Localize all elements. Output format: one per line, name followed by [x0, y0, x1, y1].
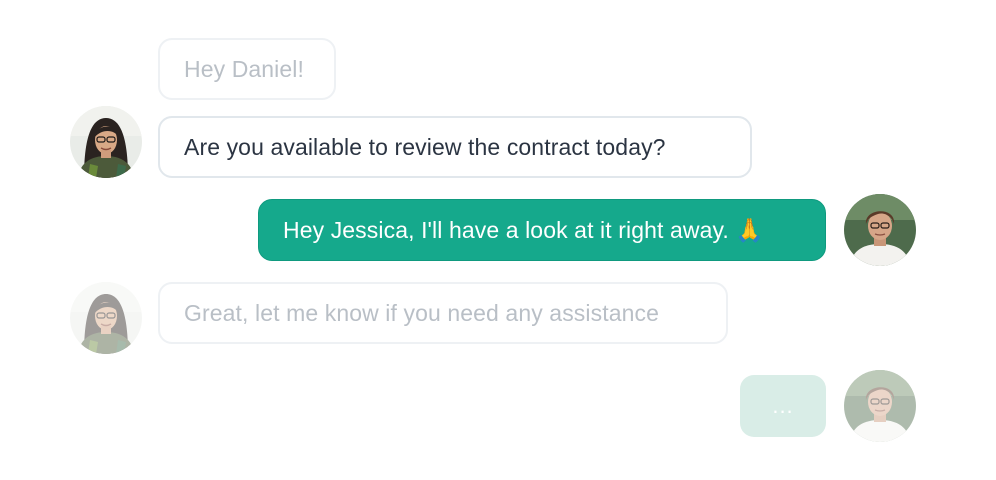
daniel-avatar[interactable] — [844, 370, 916, 442]
message-text: Great, let me know if you need any assis… — [184, 299, 659, 326]
outgoing-message-bubble: Hey Jessica, I'll have a look at it righ… — [258, 199, 826, 261]
message-text: Hey Jessica, I'll have a look at it righ… — [283, 216, 765, 243]
typing-indicator-text: ... — [772, 393, 794, 418]
jessica-avatar[interactable] — [70, 282, 142, 354]
incoming-message-bubble: Hey Daniel! — [158, 38, 336, 100]
incoming-message-bubble: Great, let me know if you need any assis… — [158, 282, 728, 344]
typing-indicator-bubble: ... — [740, 375, 826, 437]
woman-portrait-avatar-icon — [70, 106, 142, 178]
chat-thread: Hey Daniel! Are you available to review … — [0, 0, 996, 480]
man-portrait-avatar-icon — [844, 194, 916, 266]
woman-portrait-avatar-icon — [70, 282, 142, 354]
daniel-avatar[interactable] — [844, 194, 916, 266]
jessica-avatar[interactable] — [70, 106, 142, 178]
man-portrait-avatar-icon — [844, 370, 916, 442]
message-text: Are you available to review the contract… — [184, 133, 666, 160]
incoming-message-bubble: Are you available to review the contract… — [158, 116, 752, 178]
message-text: Hey Daniel! — [184, 55, 304, 82]
